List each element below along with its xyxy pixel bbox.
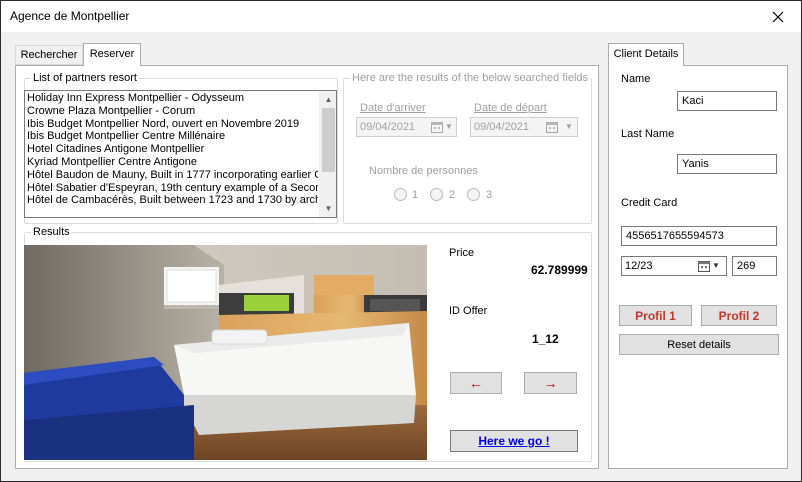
id-offer-value: 1_12 [532, 332, 559, 346]
name-label: Name [621, 73, 651, 85]
profil-1-label: Profil 1 [635, 308, 676, 323]
price-value: 62.789999 [531, 263, 588, 277]
list-item[interactable]: Ibis Budget Montpellier Nord, ouvert en … [27, 118, 318, 131]
tab-reserver-label: Reserver [89, 48, 135, 60]
previous-button[interactable]: ← [450, 372, 502, 394]
list-item[interactable]: Hôtel Baudon de Mauny, Built in 1777 inc… [27, 169, 318, 182]
close-icon [772, 11, 784, 22]
tab-rechercher-label: Rechercher [20, 49, 78, 61]
results-legend: Results [33, 226, 70, 238]
list-item[interactable]: Crowne Plaza Montpellier - Corum [27, 105, 318, 118]
search-group: Here are the results of the below search… [343, 72, 592, 224]
persons-option-label: 3 [486, 189, 493, 201]
profil-1-button[interactable]: Profil 1 [619, 305, 692, 326]
reset-details-button[interactable]: Reset details [619, 334, 779, 355]
price-label: Price [449, 247, 475, 259]
persons-option-label: 1 [412, 189, 419, 201]
profil-2-button[interactable]: Profil 2 [701, 305, 777, 326]
calendar-icon [698, 261, 710, 272]
scroll-thumb[interactable] [322, 108, 335, 172]
list-item[interactable]: Hotel Citadines Antigone Montpellier [27, 143, 318, 156]
arrival-label: Date d'arriver [360, 102, 426, 114]
arrow-left-icon: ← [469, 375, 483, 391]
list-item[interactable]: Ibis Budget Montpellier Centre Millénair… [27, 130, 318, 143]
departure-label: Date de départ [474, 102, 547, 114]
list-item[interactable]: Hôtel Sabatier d'Espeyran, 19th century … [27, 182, 318, 195]
last-name-field[interactable]: Yanis [677, 154, 777, 174]
client-area: Rechercher Reserver List of partners res… [1, 32, 801, 481]
partners-scrollbar[interactable]: ▲ ▼ [319, 91, 336, 217]
credit-card-label: Credit Card [621, 197, 678, 209]
here-we-go-label: Here we go ! [478, 434, 550, 448]
list-item[interactable]: Kyriad Montpellier Centre Antigone [27, 156, 318, 169]
tab-rechercher[interactable]: Rechercher [15, 45, 83, 65]
tab-reserver[interactable]: Reserver [83, 43, 141, 66]
window-title: Agence de Montpellier [10, 9, 130, 23]
scroll-up-icon[interactable]: ▲ [320, 91, 336, 108]
calendar-icon [431, 122, 443, 133]
persons-label: Nombre de personnes [369, 165, 478, 177]
persons-option-label: 2 [449, 189, 456, 201]
title-bar: Agence de Montpellier [1, 1, 801, 32]
tab-client-details[interactable]: Client Details [608, 43, 684, 66]
partners-legend: List of partners resort [33, 72, 137, 84]
arrival-value: 09/04/2021 [360, 121, 416, 133]
hotel-room-image [24, 245, 427, 460]
chevron-down-icon: ▼ [712, 261, 720, 270]
main-window: Agence de Montpellier Rechercher Reserve… [0, 0, 802, 482]
next-button[interactable]: → [524, 372, 577, 394]
arrow-right-icon: → [543, 375, 558, 391]
scroll-down-icon[interactable]: ▼ [320, 200, 336, 217]
persons-radio-2[interactable] [430, 188, 443, 201]
chevron-down-icon: ▼ [445, 122, 453, 131]
profil-2-label: Profil 2 [718, 308, 760, 323]
expiry-value: 12/23 [625, 260, 653, 272]
hotel-room-illustration [24, 245, 427, 460]
list-item[interactable]: Holiday Inn Express Montpellier - Odysse… [27, 92, 318, 105]
expiry-datepicker[interactable]: 12/23 ▼ [621, 256, 727, 276]
list-item[interactable]: Hôtel de Cambacérès, Built between 1723 … [27, 194, 318, 207]
close-button[interactable] [755, 1, 801, 32]
persons-radio-1[interactable] [394, 188, 407, 201]
departure-value: 09/04/2021 [474, 121, 530, 133]
persons-radio-3[interactable] [467, 188, 480, 201]
id-offer-label: ID Offer [449, 305, 488, 317]
here-we-go-button[interactable]: Here we go ! [450, 430, 578, 452]
cvv-field[interactable]: 269 [732, 256, 777, 276]
arrival-datepicker[interactable]: 09/04/2021 ▼ [356, 117, 457, 137]
name-field[interactable]: Kaci [677, 91, 777, 111]
credit-card-field[interactable]: 4556517655594573 [621, 226, 777, 246]
departure-datepicker[interactable]: 09/04/2021 ▼ [470, 117, 578, 137]
partners-listbox[interactable]: Holiday Inn Express Montpellier - Odysse… [24, 90, 337, 218]
chevron-down-icon: ▼ [565, 122, 573, 131]
tab-client-details-label: Client Details [613, 48, 679, 60]
last-name-label: Last Name [621, 128, 675, 140]
reset-details-label: Reset details [667, 338, 731, 351]
search-legend: Here are the results of the below search… [352, 72, 589, 84]
calendar-icon [546, 122, 558, 133]
